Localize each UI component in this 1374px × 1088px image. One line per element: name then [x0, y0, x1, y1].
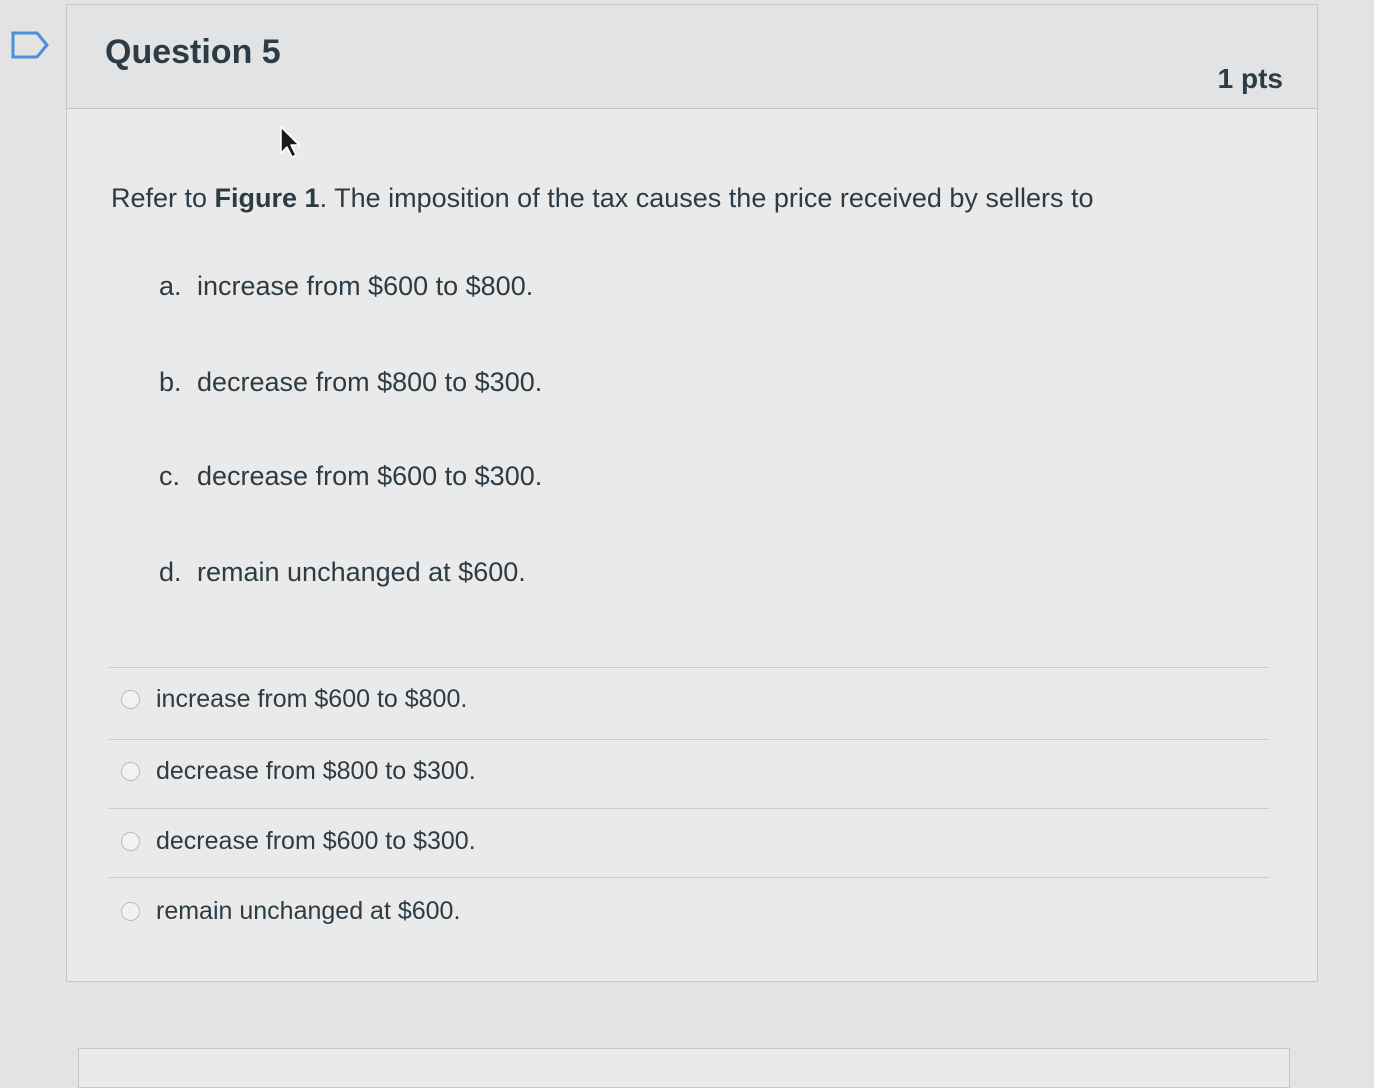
- figure-reference: Figure 1: [214, 183, 320, 213]
- radio-button[interactable]: [121, 831, 140, 851]
- mouse-pointer-icon: [280, 126, 300, 158]
- answer-option-d[interactable]: remain unchanged at $600.: [121, 891, 460, 931]
- question-card: Question 5 1 pts Refer to Figure 1. The …: [66, 4, 1318, 982]
- flag-question-icon[interactable]: [10, 30, 50, 60]
- answer-option-a[interactable]: increase from $600 to $800.: [121, 679, 467, 719]
- answer-option-b[interactable]: decrease from $800 to $300.: [121, 751, 476, 791]
- option-letter: a.: [159, 271, 182, 301]
- question-text: Refer to Figure 1. The imposition of the…: [111, 183, 1094, 213]
- question-header: Question 5 1 pts: [67, 5, 1317, 109]
- option-letter: d.: [159, 557, 182, 587]
- option-text: decrease from $600 to $300.: [197, 461, 543, 491]
- radio-button[interactable]: [121, 901, 140, 921]
- answer-divider: [109, 808, 1269, 809]
- option-letter: b.: [159, 367, 182, 397]
- answer-label[interactable]: increase from $600 to $800.: [156, 685, 467, 714]
- next-question-card: [78, 1048, 1290, 1088]
- answer-divider: [109, 877, 1269, 878]
- answers-divider: [109, 667, 1269, 668]
- option-letter: c.: [159, 461, 181, 491]
- option-c: c. decrease from $600 to $300.: [159, 461, 542, 492]
- answer-option-c[interactable]: decrease from $600 to $300.: [121, 821, 476, 861]
- option-d: d. remain unchanged at $600.: [159, 557, 526, 588]
- answer-label[interactable]: remain unchanged at $600.: [156, 897, 460, 926]
- question-title: Question 5: [105, 33, 281, 71]
- option-text: decrease from $800 to $300.: [197, 367, 543, 397]
- option-text: remain unchanged at $600.: [197, 557, 526, 587]
- option-a: a. increase from $600 to $800.: [159, 271, 533, 302]
- question-points: 1 pts: [1217, 63, 1283, 94]
- option-text: increase from $600 to $800.: [197, 271, 534, 301]
- radio-button[interactable]: [121, 689, 140, 709]
- answer-label[interactable]: decrease from $600 to $300.: [156, 827, 476, 856]
- radio-button[interactable]: [121, 761, 140, 781]
- option-b: b. decrease from $800 to $300.: [159, 367, 542, 398]
- answer-label[interactable]: decrease from $800 to $300.: [156, 757, 476, 786]
- answer-divider: [109, 739, 1269, 740]
